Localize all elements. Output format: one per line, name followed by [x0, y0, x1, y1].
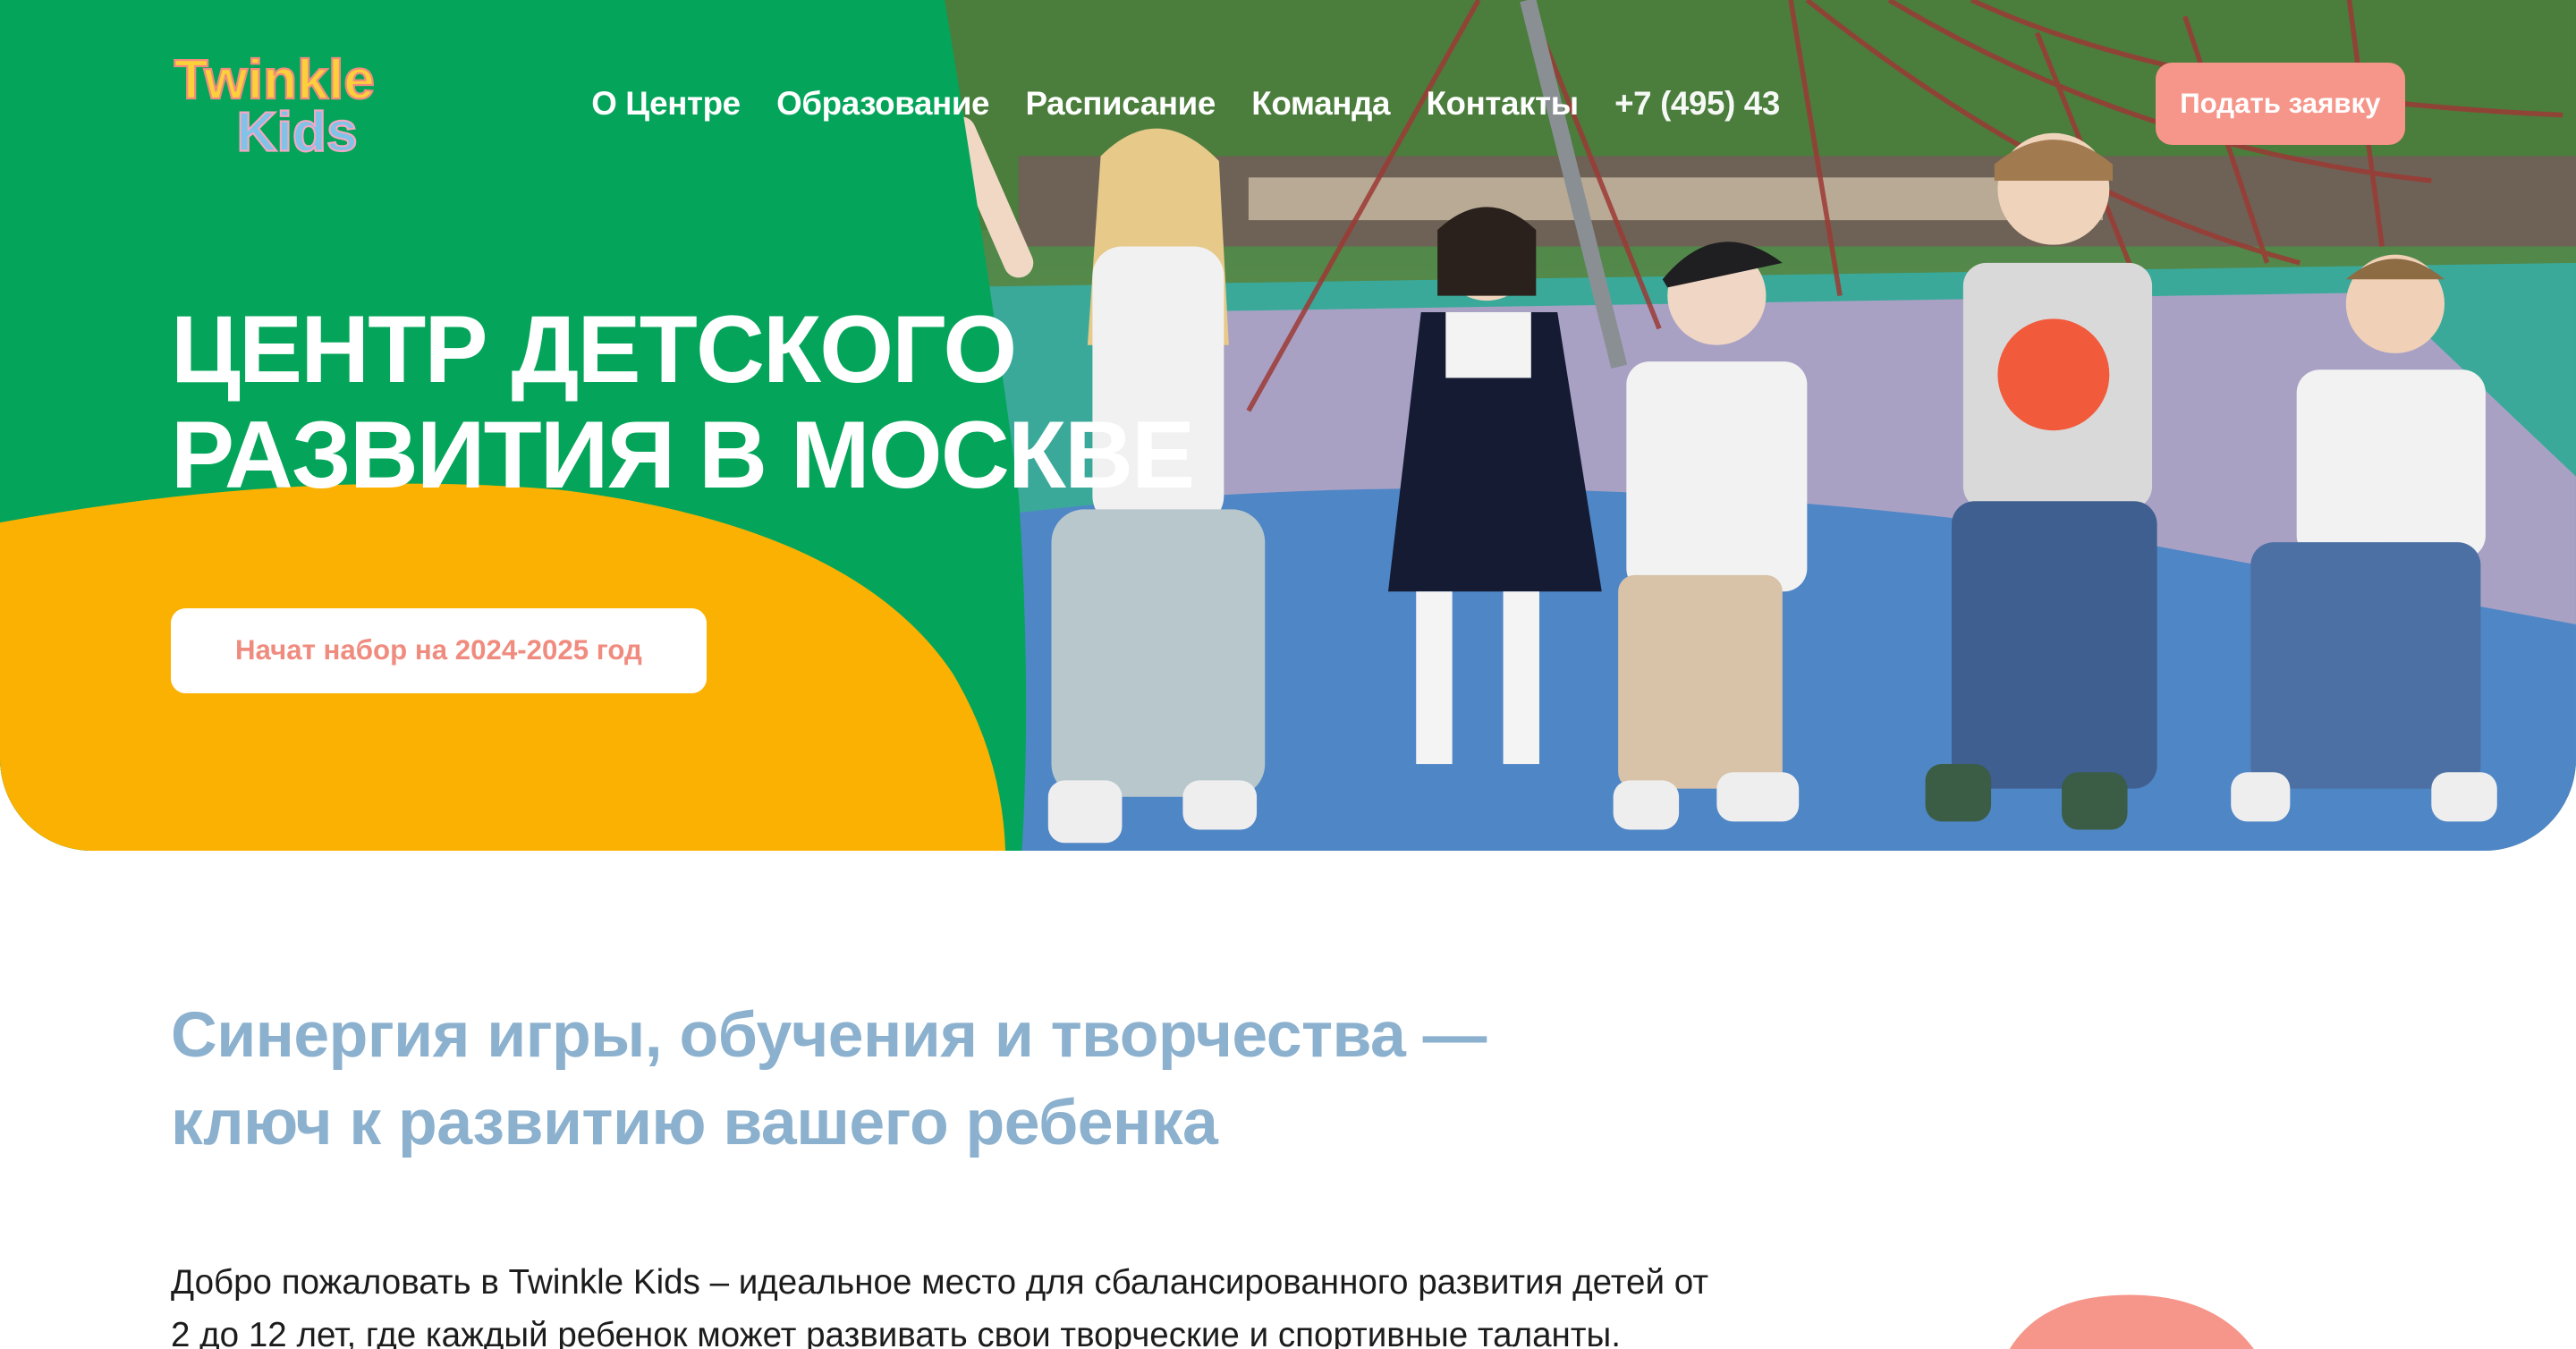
section-tagline: Синергия игры, обучения и творчества — к…	[171, 992, 1781, 1167]
nav-schedule[interactable]: Расписание	[1026, 82, 1216, 125]
twinkle-kids-logo: Twinkle Kids	[174, 47, 377, 161]
nav-education[interactable]: Образование	[776, 82, 989, 125]
intro-line-1: Добро пожаловать в Twinkle Kids – идеаль…	[171, 1263, 1709, 1302]
nav-team[interactable]: Команда	[1251, 82, 1390, 125]
hero-title-line-1: ЦЕНТР ДЕТСКОГО	[171, 296, 1017, 403]
page: Twinkle Kids О Центре Образование Распис…	[0, 0, 2576, 1349]
tagline-line-1: Синергия игры, обучения и творчества —	[171, 999, 1487, 1072]
hero-title: ЦЕНТР ДЕТСКОГО РАЗВИТИЯ В МОСКВЕ	[171, 297, 1288, 507]
phone-link[interactable]: +7 (495) 43	[1614, 82, 1780, 125]
tagline-line-2: ключ к развитию вашего ребенка	[171, 1086, 1218, 1158]
apply-button[interactable]: Подать заявку	[2155, 62, 2405, 145]
coral-blob-decor	[2009, 1294, 2255, 1349]
svg-text:Kids: Kids	[236, 101, 357, 161]
intro-line-2: 2 до 12 лет, где каждый ребенок может ра…	[171, 1315, 1621, 1349]
intro-text: Добро пожаловать в Twinkle Kids – идеаль…	[171, 1257, 1830, 1349]
nav-contacts[interactable]: Контакты	[1427, 82, 1580, 125]
main-nav: О Центре Образование Расписание Команда …	[591, 82, 1780, 125]
hero-title-line-2: РАЗВИТИЯ В МОСКВЕ	[171, 401, 1195, 508]
hero-section: Twinkle Kids О Центре Образование Распис…	[0, 0, 2576, 852]
nav-about[interactable]: О Центре	[591, 82, 741, 125]
enrollment-button[interactable]: Начат набор на 2024-2025 год	[171, 607, 707, 694]
